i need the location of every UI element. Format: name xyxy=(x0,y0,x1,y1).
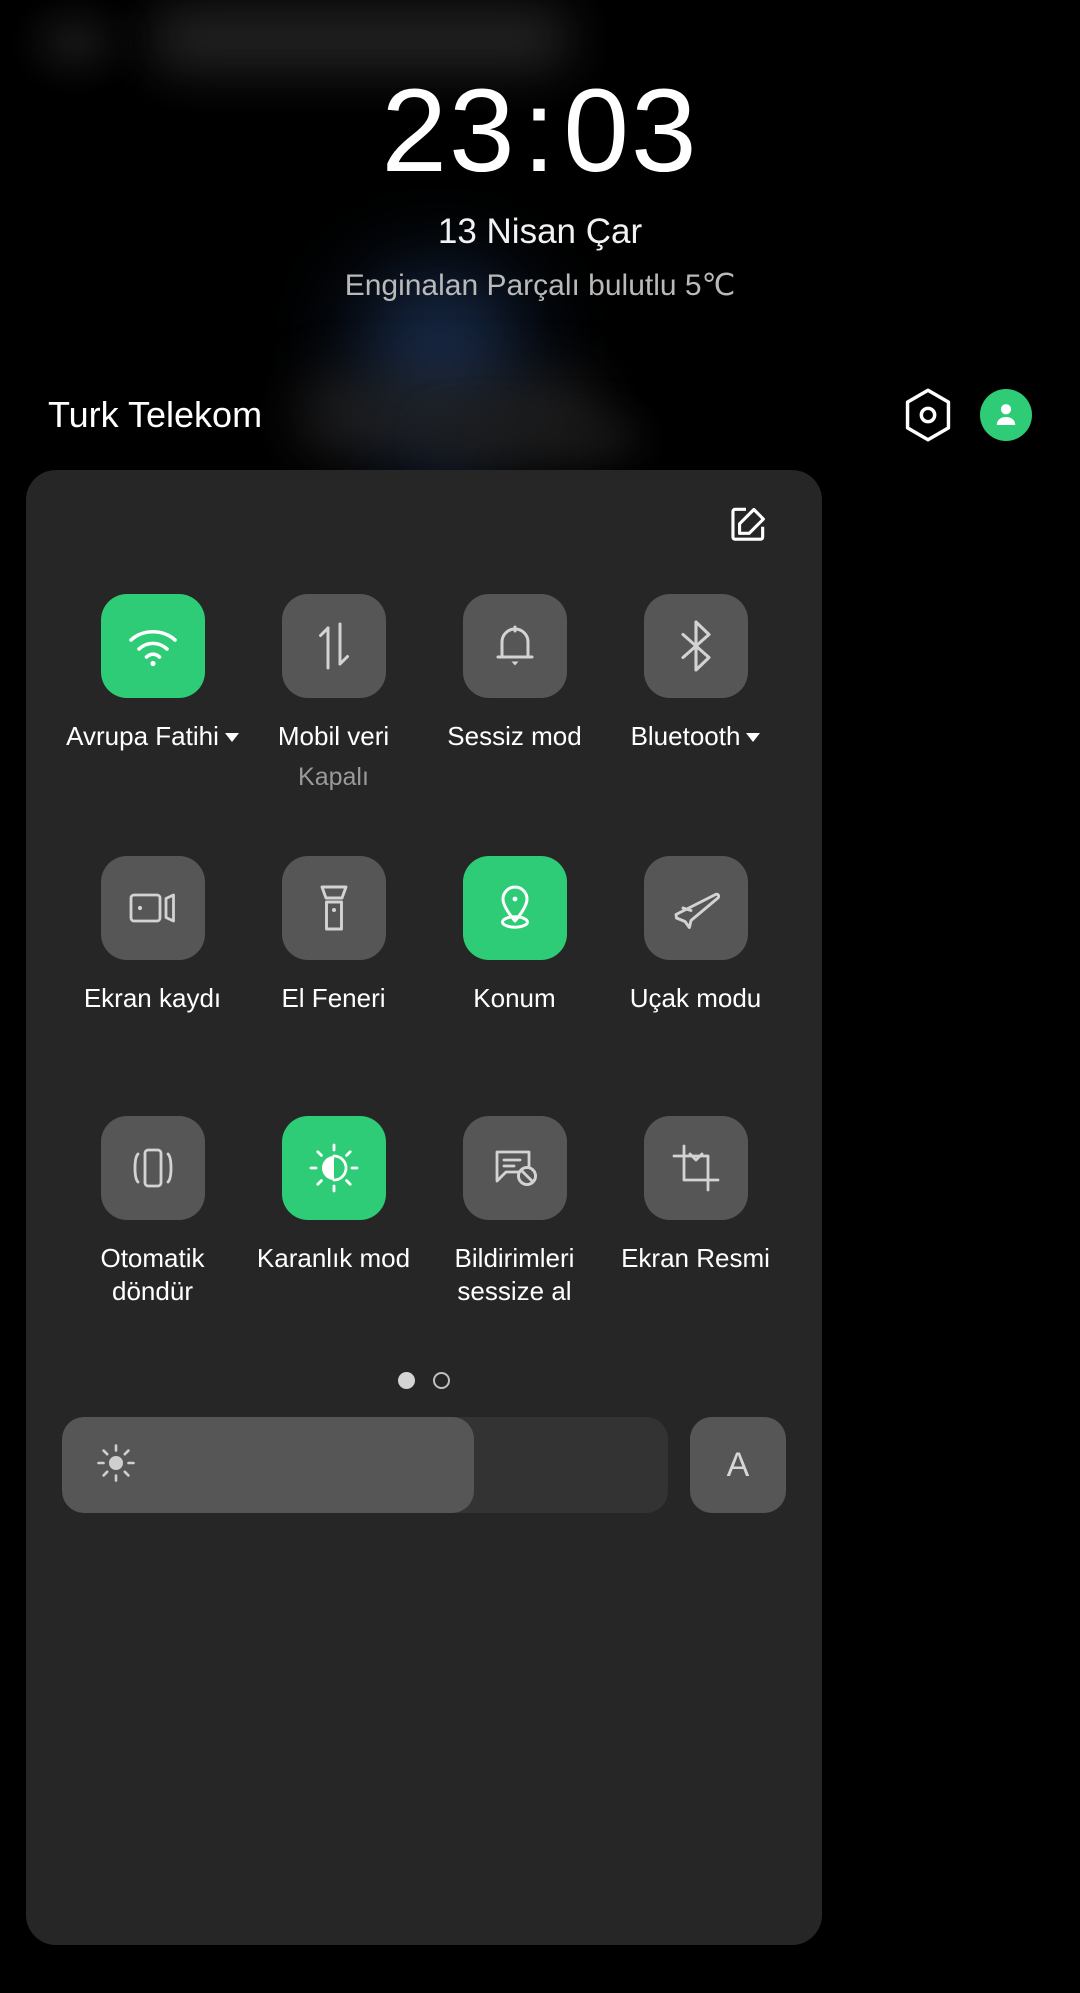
carrier-row: Turk Telekom xyxy=(0,380,1080,450)
edit-pencil-icon[interactable] xyxy=(726,502,770,551)
screenshot-crop-icon xyxy=(670,1142,722,1194)
qs-tile-sublabel: Kapalı xyxy=(298,763,369,792)
user-avatar-icon[interactable] xyxy=(980,389,1032,441)
qs-tile-icon-box xyxy=(100,1116,205,1220)
qs-tile-label: Ekran kaydı xyxy=(83,983,222,1013)
qs-tile-label-wrap: El Feneri xyxy=(281,982,385,1015)
clock-hours: 23 xyxy=(381,65,517,197)
brightness-row: A xyxy=(26,1417,822,1513)
qs-tile-label: Konum xyxy=(473,983,556,1013)
qs-tile-label: Mobil veri xyxy=(277,721,390,751)
qs-tile-icon-box xyxy=(462,594,567,698)
quick-settings-header xyxy=(26,470,822,582)
page-indicator xyxy=(26,1372,822,1389)
qs-tile-label-wrap: Ekran Resmi xyxy=(621,1242,770,1275)
quick-settings-panel: Avrupa Fatihi Mobil veri Kapalı Sessiz m… xyxy=(26,470,822,1945)
bell-icon xyxy=(490,620,540,672)
carrier-label: Turk Telekom xyxy=(48,394,263,435)
brightness-sun-icon xyxy=(94,1441,138,1490)
qs-tile-wifi[interactable]: Avrupa Fatihi xyxy=(62,582,243,844)
auto-brightness-button[interactable]: A xyxy=(690,1417,786,1513)
qs-tile-label-wrap: Otomatik döndür xyxy=(100,1242,204,1309)
qs-tile-icon-box xyxy=(462,856,567,960)
qs-tile-screen-record[interactable]: Ekran kaydı xyxy=(62,844,243,1104)
qs-tile-icon-box xyxy=(462,1116,567,1220)
page-dot-2[interactable] xyxy=(433,1372,450,1389)
qs-tile-label-wrap: Mobil veri xyxy=(278,720,389,753)
chevron-down-icon[interactable] xyxy=(224,732,239,742)
airplane-icon xyxy=(669,884,723,932)
quick-settings-row-1: Avrupa Fatihi Mobil veri Kapalı Sessiz m… xyxy=(26,582,822,844)
clock-minutes: 03 xyxy=(563,65,699,197)
qs-tile-auto-rotate[interactable]: Otomatik döndür xyxy=(62,1104,243,1354)
wallpaper-blur-shape xyxy=(40,20,110,64)
wallpaper-blur-shape xyxy=(150,8,570,70)
qs-tile-label-wrap: Karanlık mod xyxy=(257,1242,410,1275)
qs-tile-dark-mode[interactable]: Karanlık mod xyxy=(243,1104,424,1354)
qs-tile-label-wrap: Uçak modu xyxy=(630,982,762,1015)
wifi-icon xyxy=(125,624,181,668)
qs-tile-flashlight[interactable]: El Feneri xyxy=(243,844,424,1104)
quick-settings-row-2: Ekran kaydı El Feneri Konum Uçak modu xyxy=(26,844,822,1104)
carrier-actions xyxy=(902,387,1032,443)
qs-tile-label: Karanlık mod xyxy=(256,1243,411,1273)
qs-tile-label-wrap: Bluetooth xyxy=(631,720,761,753)
qs-tile-icon-box xyxy=(281,856,386,960)
weather-summary: Enginalan Parçalı bulutlu 5℃ xyxy=(344,269,736,302)
qs-tile-label-wrap: Bildirimleri sessize al xyxy=(455,1242,575,1309)
mobile-data-icon xyxy=(311,620,357,672)
qs-tile-label-wrap: Konum xyxy=(473,982,555,1015)
qs-tile-icon-box xyxy=(643,1116,748,1220)
chevron-down-icon[interactable] xyxy=(746,732,761,742)
qs-tile-mute-notifications[interactable]: Bildirimleri sessize al xyxy=(424,1104,605,1354)
qs-tile-airplane-mode[interactable]: Uçak modu xyxy=(605,844,786,1104)
qs-tile-location[interactable]: Konum xyxy=(424,844,605,1104)
qs-tile-label: Bildirimleri sessize al xyxy=(454,1243,575,1307)
screen-record-icon xyxy=(126,887,180,929)
qs-tile-label: Avrupa Fatihi xyxy=(66,721,219,751)
dark-mode-icon xyxy=(307,1141,361,1195)
qs-tile-silent-mode[interactable]: Sessiz mod xyxy=(424,582,605,844)
qs-tile-bluetooth[interactable]: Bluetooth xyxy=(605,582,786,844)
bluetooth-icon xyxy=(674,619,718,673)
qs-tile-label: Uçak modu xyxy=(629,983,762,1013)
qs-tile-icon-box xyxy=(643,856,748,960)
lockscreen-clock-area: 23:03 13 Nisan Çar Enginalan Parçalı bul… xyxy=(0,72,1080,303)
clock-time: 23:03 xyxy=(0,72,1080,190)
qs-tile-label: Bluetooth xyxy=(630,721,741,751)
flashlight-icon xyxy=(314,881,354,935)
qs-tile-icon-box xyxy=(643,594,748,698)
auto-rotate-icon xyxy=(126,1142,180,1194)
location-pin-icon xyxy=(490,881,540,935)
qs-tile-label-wrap: Sessiz mod xyxy=(447,720,581,753)
qs-tile-label-wrap: Avrupa Fatihi xyxy=(66,720,239,753)
brightness-slider[interactable] xyxy=(62,1417,668,1513)
qs-tile-screenshot[interactable]: Ekran Resmi xyxy=(605,1104,786,1354)
qs-tile-mobile-data[interactable]: Mobil veri Kapalı xyxy=(243,582,424,844)
qs-tile-label: Ekran Resmi xyxy=(621,1243,770,1273)
qs-tile-icon-box xyxy=(100,594,205,698)
qs-tile-icon-box xyxy=(100,856,205,960)
clock-separator: : xyxy=(522,65,558,197)
mute-notifications-icon xyxy=(489,1144,541,1192)
qs-tile-icon-box xyxy=(281,1116,386,1220)
hexagon-settings-icon[interactable] xyxy=(902,387,954,443)
quick-settings-row-3: Otomatik döndür Karanlık mod Bildirimler… xyxy=(26,1104,822,1354)
qs-tile-label-wrap: Ekran kaydı xyxy=(84,982,221,1015)
qs-tile-label: Otomatik döndür xyxy=(100,1243,205,1307)
clock-date: 13 Nisan Çar xyxy=(437,212,643,251)
qs-tile-label: Sessiz mod xyxy=(447,721,582,751)
page-dot-1[interactable] xyxy=(398,1372,415,1389)
qs-tile-icon-box xyxy=(281,594,386,698)
qs-tile-label: El Feneri xyxy=(281,983,386,1013)
